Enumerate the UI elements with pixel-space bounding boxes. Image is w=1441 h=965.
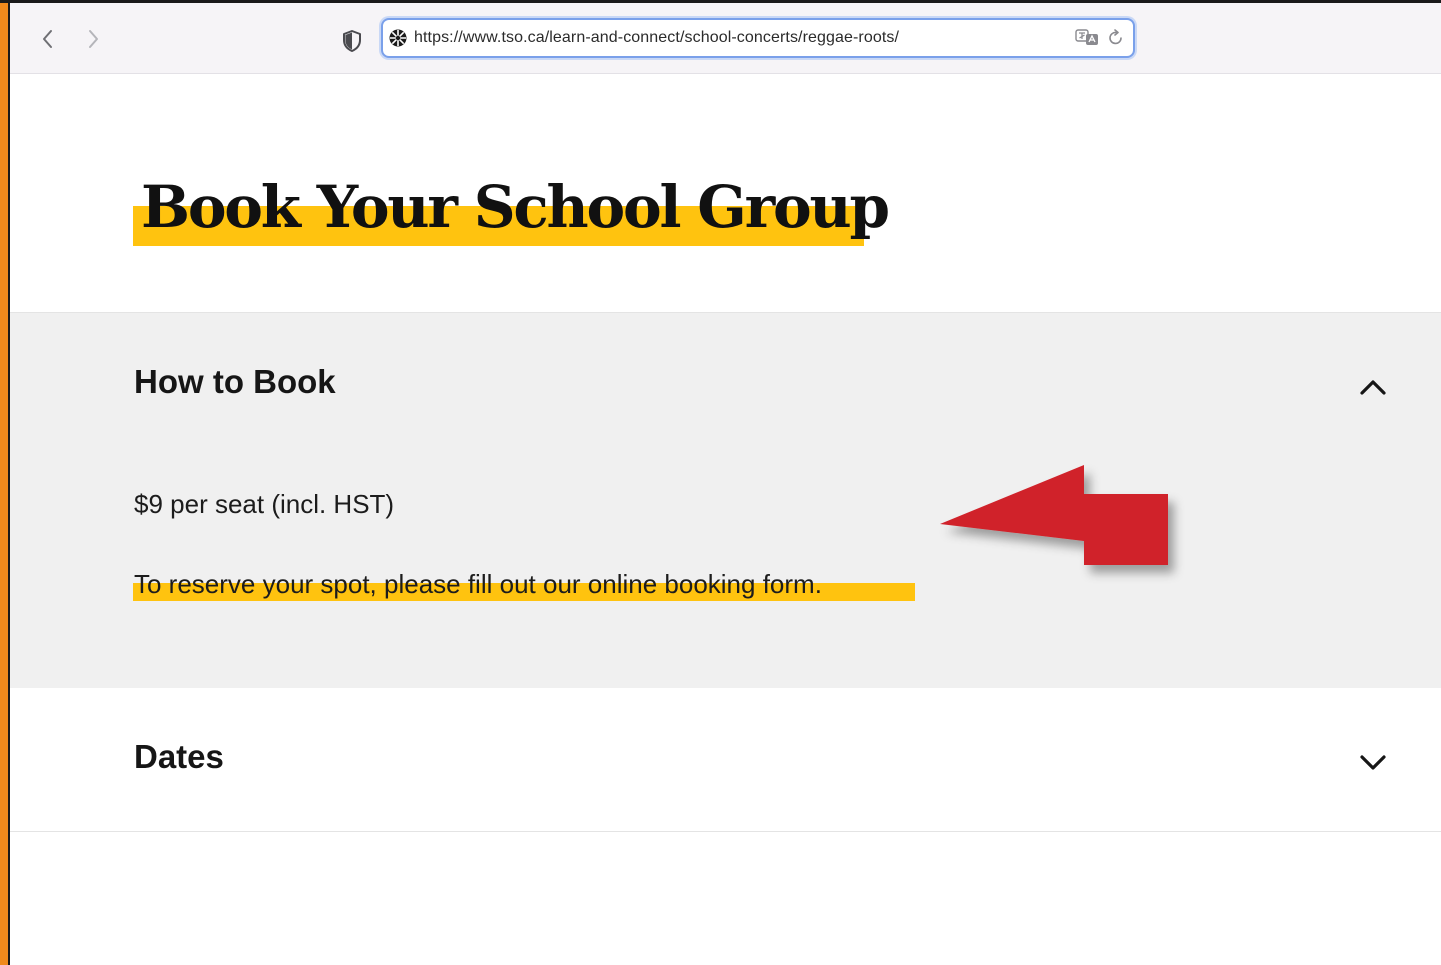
how-to-book-heading[interactable]: How to Book [134,363,336,401]
page-content: Book Your School Group How to Book $9 pe… [10,74,1441,965]
reserve-text[interactable]: To reserve your spot, please fill out ou… [133,569,822,600]
page-title: Book Your School Group [141,173,890,241]
browser-toolbar: https://www.tso.ca/learn-and-connect/sch… [10,3,1441,74]
back-button[interactable] [37,25,59,53]
reserve-line: To reserve your spot, please fill out ou… [133,569,915,603]
url-text[interactable]: https://www.tso.ca/learn-and-connect/sch… [414,29,899,47]
chevron-right-icon [89,30,98,48]
chevron-down-icon[interactable] [1358,747,1388,777]
page-title-block: Book Your School Group [133,172,890,246]
orange-frame-border [0,0,8,965]
red-arrow-icon [940,465,1168,565]
chevron-up-icon[interactable] [1358,373,1388,403]
dates-heading[interactable]: Dates [134,738,224,776]
chevron-left-icon [43,30,52,48]
site-favicon-icon [389,29,407,47]
accordion-how-to-book: How to Book $9 per seat (incl. HST) To r… [10,312,1441,689]
price-text: $9 per seat (incl. HST) [134,489,395,519]
address-bar[interactable]: https://www.tso.ca/learn-and-connect/sch… [381,18,1135,58]
accordion-dates: Dates [10,688,1441,832]
translate-icon[interactable] [1075,29,1099,47]
shield-icon[interactable] [342,29,362,53]
reload-icon[interactable] [1107,29,1125,47]
forward-button[interactable] [82,25,104,53]
